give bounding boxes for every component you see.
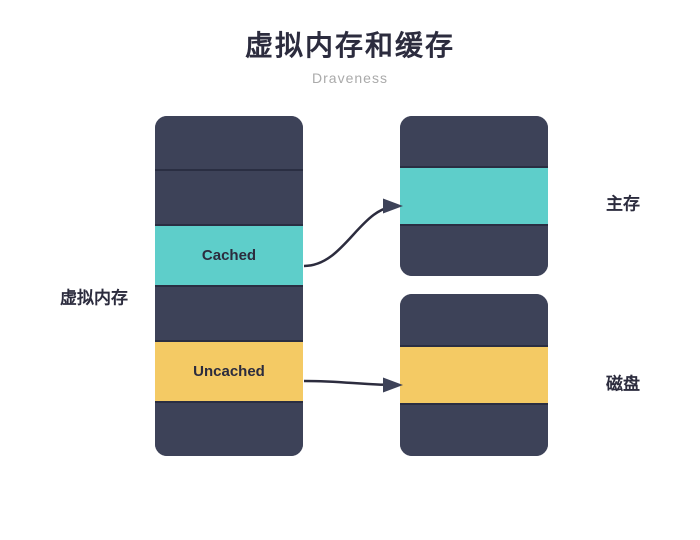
disk-cell-3 bbox=[400, 405, 548, 456]
label-disk: 磁盘 bbox=[606, 370, 640, 395]
label-main-memory: 主存 bbox=[606, 190, 640, 215]
uncached-arrow bbox=[304, 381, 398, 385]
virtual-memory-column: Cached Uncached bbox=[155, 116, 303, 456]
subtitle: Draveness bbox=[312, 70, 388, 86]
cached-arrow bbox=[304, 206, 398, 266]
vm-cell-1 bbox=[155, 116, 303, 171]
vm-cell-6 bbox=[155, 403, 303, 456]
vm-cell-4 bbox=[155, 287, 303, 342]
arrows-svg bbox=[60, 116, 640, 476]
uncached-label: Uncached bbox=[193, 363, 265, 380]
disk-cell-uncached bbox=[400, 347, 548, 405]
label-virtual-memory: 虚拟内存 bbox=[60, 284, 128, 309]
mm-cell-1 bbox=[400, 116, 548, 168]
mm-cell-3 bbox=[400, 226, 548, 276]
vm-cell-2 bbox=[155, 171, 303, 226]
diagram-area: 虚拟内存 主存 磁盘 Cached Uncached bbox=[60, 116, 640, 476]
disk-column bbox=[400, 294, 548, 456]
disk-cell-1 bbox=[400, 294, 548, 347]
cached-label: Cached bbox=[202, 247, 256, 264]
main-memory-column bbox=[400, 116, 548, 276]
page-container: 虚拟内存和缓存 Draveness 虚拟内存 主存 磁盘 Cached Unca… bbox=[0, 0, 700, 540]
vm-cell-cached: Cached bbox=[155, 226, 303, 287]
mm-cell-cached bbox=[400, 168, 548, 225]
page-title: 虚拟内存和缓存 bbox=[245, 24, 455, 64]
vm-cell-uncached: Uncached bbox=[155, 342, 303, 403]
